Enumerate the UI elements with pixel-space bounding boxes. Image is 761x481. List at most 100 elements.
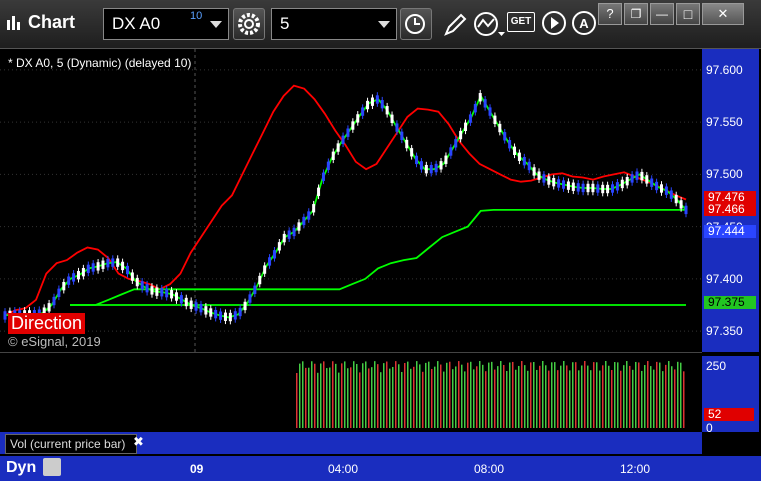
- price-tag-support: 97.375: [704, 296, 756, 309]
- candle-body: [361, 107, 365, 116]
- volume-bar: [347, 368, 349, 428]
- candle-body: [650, 178, 654, 187]
- time-template-button[interactable]: [400, 8, 432, 40]
- pencil-icon[interactable]: [440, 10, 470, 38]
- volume-bar: [668, 361, 670, 428]
- volume-bar: [344, 361, 346, 428]
- volume-bar: [350, 367, 352, 428]
- candle-body: [268, 257, 272, 266]
- volume-bar: [596, 362, 598, 428]
- chevron-down-icon[interactable]: [210, 21, 222, 28]
- help-button[interactable]: ?: [598, 3, 622, 25]
- dynamic-label[interactable]: Dyn: [6, 459, 36, 477]
- volume-bar: [584, 361, 586, 428]
- get-data-button[interactable]: GET: [507, 12, 535, 32]
- lock-icon[interactable]: [43, 458, 61, 476]
- candle-body: [635, 171, 639, 180]
- volume-bar: [365, 361, 367, 428]
- volume-bar: [653, 369, 655, 428]
- symbol-input[interactable]: DX A0 10: [103, 8, 229, 40]
- chevron-down-icon[interactable]: [378, 21, 390, 28]
- volume-bar: [359, 372, 361, 428]
- volume-bar: [527, 370, 529, 428]
- interval-input[interactable]: 5: [271, 8, 397, 40]
- candle-body: [184, 297, 188, 307]
- volume-bar: [593, 362, 595, 428]
- candle-body: [72, 273, 76, 282]
- candle-body: [542, 174, 546, 183]
- volume-bar: [395, 361, 397, 428]
- volume-bar: [338, 372, 340, 428]
- volume-study-label[interactable]: Vol (current price bar): [5, 434, 137, 454]
- volume-bar: [296, 373, 298, 428]
- volume-bar: [311, 361, 313, 428]
- price-chart-panel[interactable]: [0, 49, 702, 353]
- volume-bar: [425, 362, 427, 428]
- candle-body: [674, 194, 678, 204]
- candle-body: [3, 311, 7, 320]
- volume-bar: [335, 363, 337, 428]
- volume-bar: [371, 367, 373, 428]
- volume-bar: [434, 366, 436, 428]
- candle-body: [174, 292, 178, 301]
- volume-bar: [623, 365, 625, 428]
- volume-bar: [536, 369, 538, 428]
- volume-bar: [515, 369, 517, 428]
- candle-body: [478, 93, 482, 102]
- alert-icon[interactable]: A: [570, 9, 598, 37]
- candle-body: [606, 184, 610, 194]
- volume-bar: [617, 362, 619, 428]
- settings-button[interactable]: [233, 8, 265, 40]
- restore-button[interactable]: ❐: [624, 3, 648, 25]
- candle-body: [400, 131, 404, 140]
- candle-body: [508, 140, 512, 149]
- candle-body: [67, 276, 71, 285]
- volume-bar: [572, 362, 574, 428]
- time-label: 12:00: [620, 462, 651, 476]
- maximize-button[interactable]: □: [676, 3, 700, 25]
- price-tag-last: 97.444: [704, 225, 756, 238]
- candle-body: [429, 164, 433, 174]
- volume-bar: [677, 361, 679, 428]
- candle-body: [640, 171, 644, 181]
- candle-body: [459, 130, 463, 140]
- candle-body: [527, 161, 531, 171]
- close-button[interactable]: ✕: [702, 3, 744, 25]
- volume-bar: [683, 371, 685, 428]
- candle-body: [449, 147, 453, 156]
- chart-icon: [7, 16, 20, 30]
- candle-body: [562, 180, 566, 189]
- volume-bar: [581, 365, 583, 428]
- volume-bar: [305, 367, 307, 428]
- play-icon[interactable]: [540, 9, 568, 37]
- candle-body: [248, 294, 252, 303]
- volume-panel[interactable]: [0, 356, 702, 432]
- candle-body: [116, 258, 120, 267]
- study-icon[interactable]: [472, 10, 506, 38]
- volume-axis-label: 250: [706, 359, 727, 373]
- minimize-button[interactable]: —: [650, 3, 674, 25]
- candle-body: [326, 161, 330, 170]
- candle-body: [537, 171, 541, 180]
- gear-icon: [238, 13, 260, 35]
- volume-bar: [557, 370, 559, 428]
- candle-body: [287, 230, 291, 239]
- candle-body: [331, 151, 335, 160]
- volume-bar: [533, 362, 535, 428]
- candle-body: [615, 182, 619, 191]
- candle-body: [625, 177, 629, 186]
- interval-value: 5: [280, 14, 290, 33]
- candle-body: [679, 200, 683, 209]
- candle-body: [552, 177, 556, 187]
- volume-bar: [380, 372, 382, 428]
- candle-body: [145, 284, 149, 293]
- candle-body: [106, 258, 110, 268]
- volume-bar: [461, 364, 463, 428]
- candle-body: [170, 290, 174, 299]
- volume-bar: [566, 365, 568, 428]
- volume-bar: [626, 361, 628, 428]
- close-icon[interactable]: ✖: [133, 434, 144, 450]
- candle-body: [233, 311, 237, 320]
- volume-bar: [407, 361, 409, 428]
- candle-body: [596, 184, 600, 193]
